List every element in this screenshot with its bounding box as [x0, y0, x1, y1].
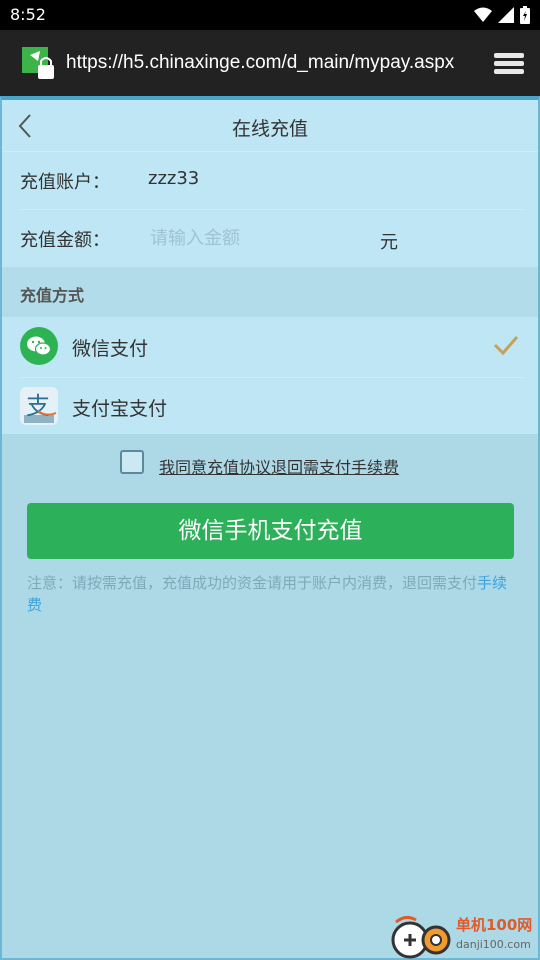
checkmark-icon — [493, 336, 519, 356]
agreement-link[interactable]: 我同意充值协议退回需支付手续费 — [159, 454, 399, 478]
status-time: 8:52 — [10, 5, 46, 24]
watermark-text: 单机100网 — [456, 916, 533, 934]
agreement-checkbox[interactable] — [120, 450, 144, 474]
payment-section-title: 充值方式 — [20, 286, 85, 305]
alipay-icon: 支 — [20, 387, 58, 425]
amount-input[interactable] — [142, 220, 362, 256]
watermark-logo-icon — [391, 915, 451, 959]
agreement-row: 我同意充值协议退回需支付手续费 — [2, 446, 538, 482]
payment-method-label: 支付宝支付 — [72, 398, 168, 420]
page-header: 在线充值 — [2, 100, 538, 152]
page-content: 在线充值 充值账户： zzz33 充值金额： 元 充值方式 微信支付 — [0, 96, 540, 960]
browser-url-bar: https://h5.chinaxinge.com/d_main/mypay.a… — [0, 30, 540, 96]
url-text[interactable]: https://h5.chinaxinge.com/d_main/mypay.a… — [66, 52, 470, 74]
wifi-icon — [474, 7, 492, 22]
pay-button[interactable]: 微信手机支付充值 — [27, 503, 514, 559]
payment-method-alipay[interactable]: 支 支付宝支付 — [2, 377, 538, 437]
account-label: 充值账户： — [20, 172, 110, 193]
svg-text:支: 支 — [26, 392, 50, 420]
payment-section-header: 充值方式 — [2, 267, 538, 317]
amount-row: 充值金额： 元 — [20, 210, 524, 268]
notice-text: 注意：请按需充值，充值成功的资金请用于账户内消费，退回需支付手续费 — [27, 572, 517, 616]
recharge-form: 充值账户： zzz33 充值金额： 元 — [2, 152, 538, 267]
payment-methods: 微信支付 支 支付宝支付 — [2, 317, 538, 434]
amount-label: 充值金额： — [20, 230, 110, 251]
amount-unit: 元 — [380, 232, 398, 253]
site-lock-icon — [22, 47, 54, 79]
watermark-url: danji100.com — [456, 938, 531, 951]
account-row: 充值账户： zzz33 — [20, 152, 524, 210]
menu-icon[interactable] — [492, 50, 526, 78]
battery-icon — [520, 6, 530, 24]
page-title: 在线充值 — [231, 118, 308, 140]
signal-icon — [498, 7, 514, 23]
notice-body: 注意：请按需充值，充值成功的资金请用于账户内消费，退回需支付 — [27, 574, 478, 592]
status-icons — [474, 6, 530, 24]
wechat-icon — [20, 327, 58, 365]
status-bar: 8:52 — [0, 0, 540, 30]
payment-method-label: 微信支付 — [72, 338, 149, 360]
watermark: 单机100网 danji100.com — [390, 912, 540, 960]
payment-method-wechat[interactable]: 微信支付 — [2, 317, 538, 377]
account-value: zzz33 — [148, 168, 200, 189]
